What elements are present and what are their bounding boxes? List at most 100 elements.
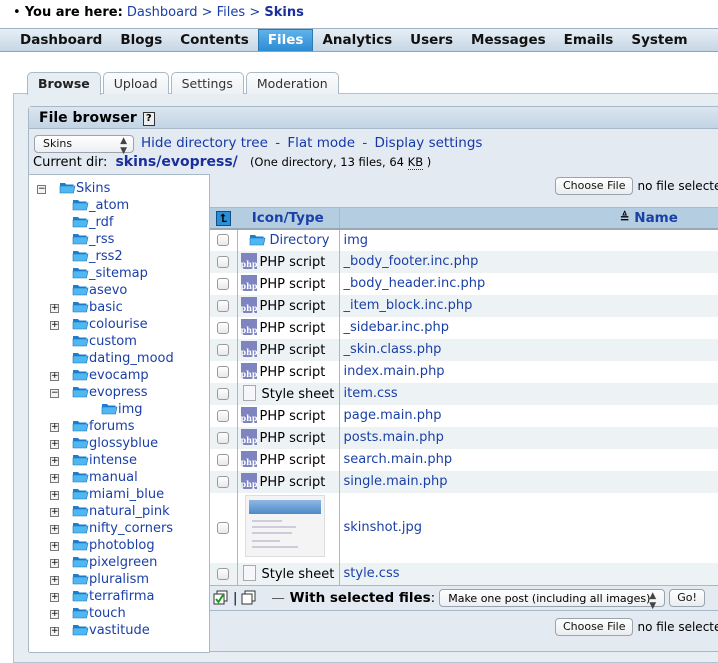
expand-icon[interactable]: +: [50, 627, 59, 636]
tree-item[interactable]: _rss2: [72, 249, 123, 266]
expand-icon[interactable]: +: [50, 508, 59, 517]
file-name-link[interactable]: posts.main.php: [340, 430, 444, 445]
file-name-link[interactable]: single.main.php: [340, 474, 448, 489]
root-select[interactable]: Skins ▲ ▼: [34, 135, 134, 156]
parent-dir-icon[interactable]: ⮤: [216, 210, 231, 226]
menu-messages[interactable]: Messages: [462, 29, 555, 51]
row-checkbox[interactable]: [217, 234, 230, 246]
tree-item[interactable]: _atom: [72, 198, 129, 215]
tree-item-root[interactable]: − Skins: [37, 181, 110, 198]
expand-icon[interactable]: +: [50, 423, 59, 432]
row-checkbox[interactable]: [217, 387, 230, 400]
row-checkbox[interactable]: [217, 453, 230, 466]
expand-icon[interactable]: +: [50, 304, 59, 313]
uncheck-all-icon[interactable]: [241, 590, 257, 606]
expand-icon[interactable]: +: [50, 525, 59, 534]
expand-icon[interactable]: +: [50, 372, 59, 381]
row-checkbox[interactable]: [217, 567, 230, 580]
tab-moderation[interactable]: Moderation: [245, 72, 339, 94]
tab-browse[interactable]: Browse: [27, 72, 101, 95]
expand-icon[interactable]: +: [50, 440, 59, 449]
row-checkbox[interactable]: [217, 409, 230, 422]
file-name-link[interactable]: skinshot.jpg: [340, 520, 422, 535]
file-name-link[interactable]: style.css: [340, 566, 400, 581]
menu-blogs[interactable]: Blogs: [111, 29, 171, 51]
menu-dashboard[interactable]: Dashboard: [11, 29, 111, 51]
file-name-link[interactable]: img: [340, 233, 369, 248]
col-name-header[interactable]: ≜ Name: [339, 207, 718, 230]
file-name-link[interactable]: _sidebar.inc.php: [340, 320, 450, 335]
tree-item[interactable]: + basic: [50, 300, 123, 317]
tree-item[interactable]: + colourise: [50, 317, 148, 334]
display-settings-link[interactable]: Display settings: [375, 135, 483, 151]
menu-users[interactable]: Users: [401, 29, 462, 51]
file-name-link[interactable]: page.main.php: [340, 408, 442, 423]
tree-item[interactable]: asevo: [72, 283, 127, 300]
tab-settings[interactable]: Settings: [170, 72, 244, 94]
tree-item[interactable]: + nifty_corners: [50, 521, 173, 538]
menu-files[interactable]: Files: [257, 29, 314, 51]
expand-icon[interactable]: +: [50, 576, 59, 585]
tree-item[interactable]: + photoblog: [50, 538, 155, 555]
tree-item[interactable]: dating_mood: [72, 351, 174, 368]
expand-icon[interactable]: +: [50, 457, 59, 466]
row-checkbox[interactable]: [217, 255, 230, 268]
path-evopress[interactable]: evopress: [161, 154, 232, 170]
bulk-action-select[interactable]: Make one post (including all images) ▲ ▼: [439, 589, 666, 611]
col-type-header[interactable]: Icon/Type: [237, 207, 340, 230]
expand-icon[interactable]: +: [50, 321, 59, 330]
go-button[interactable]: Go!: [669, 589, 705, 607]
image-thumbnail[interactable]: [244, 494, 325, 557]
choose-file-button[interactable]: Choose File: [554, 177, 634, 195]
menu-analytics[interactable]: Analytics: [313, 29, 401, 51]
row-checkbox[interactable]: [217, 277, 230, 290]
tree-item[interactable]: + forums: [50, 419, 135, 436]
file-name-link[interactable]: _body_footer.inc.php: [340, 254, 479, 269]
row-checkbox[interactable]: [217, 521, 230, 534]
breadcrumb-dashboard[interactable]: Dashboard: [127, 5, 198, 20]
row-checkbox[interactable]: [217, 475, 230, 488]
help-icon[interactable]: ?: [142, 112, 155, 126]
menu-emails[interactable]: Emails: [555, 29, 623, 51]
tree-item[interactable]: + intense: [50, 453, 137, 470]
row-checkbox[interactable]: [217, 321, 230, 334]
expand-icon[interactable]: +: [50, 474, 59, 483]
menu-system[interactable]: System: [622, 29, 696, 51]
tree-item[interactable]: − evopress: [50, 385, 148, 402]
row-checkbox[interactable]: [217, 343, 230, 356]
tree-item[interactable]: _rdf: [72, 215, 113, 232]
file-name-link[interactable]: _item_block.inc.php: [340, 298, 473, 313]
file-name-link[interactable]: _body_header.inc.php: [340, 276, 486, 291]
file-name-link[interactable]: item.css: [340, 386, 398, 401]
breadcrumb-files[interactable]: Files: [217, 5, 246, 20]
flat-mode-link[interactable]: Flat mode: [287, 135, 355, 151]
expand-icon[interactable]: +: [50, 491, 59, 500]
collapse-icon[interactable]: −: [37, 185, 46, 194]
file-name-link[interactable]: search.main.php: [340, 452, 453, 467]
expand-icon[interactable]: +: [50, 559, 59, 568]
tree-item[interactable]: + evocamp: [50, 368, 149, 385]
tree-item[interactable]: + manual: [50, 470, 138, 487]
check-all-icon[interactable]: [213, 590, 229, 606]
tab-upload[interactable]: Upload: [102, 72, 169, 94]
tree-item[interactable]: _rss: [72, 232, 114, 249]
tree-item[interactable]: + vastitude: [50, 623, 150, 640]
row-checkbox[interactable]: [217, 431, 230, 444]
row-checkbox[interactable]: [217, 299, 230, 312]
file-name-link[interactable]: _skin.class.php: [340, 342, 442, 357]
expand-icon[interactable]: +: [50, 593, 59, 602]
hide-tree-link[interactable]: Hide directory tree: [141, 135, 268, 151]
menu-contents[interactable]: Contents: [171, 29, 258, 51]
breadcrumb-current[interactable]: Skins: [264, 5, 303, 20]
tree-item[interactable]: _sitemap: [72, 266, 148, 283]
tree-item[interactable]: + pluralism: [50, 572, 149, 589]
tree-item[interactable]: + natural_pink: [50, 504, 170, 521]
tree-item[interactable]: + glossyblue: [50, 436, 158, 453]
path-skins[interactable]: skins: [115, 154, 156, 170]
tree-item[interactable]: + miami_blue: [50, 487, 164, 504]
expand-icon[interactable]: +: [50, 610, 59, 619]
tree-item[interactable]: + pixelgreen: [50, 555, 157, 572]
tree-item[interactable]: custom: [72, 334, 137, 351]
expand-icon[interactable]: +: [50, 542, 59, 551]
collapse-icon[interactable]: −: [50, 389, 59, 398]
